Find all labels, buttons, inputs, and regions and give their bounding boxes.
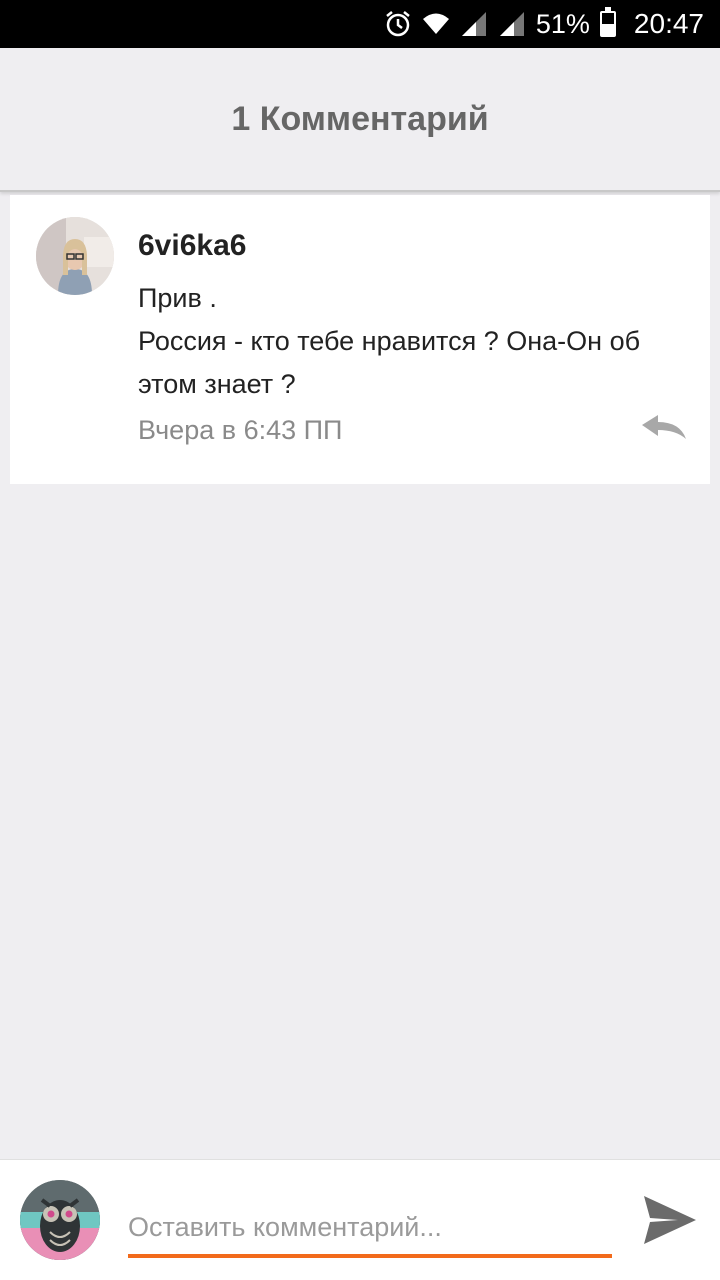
signal-icon-1 [461,12,486,36]
signal-icon-2 [499,12,524,36]
header: 1 Комментарий [0,48,720,192]
comment-composer [0,1159,720,1280]
avatar-photo [36,217,114,295]
comment-text-line: Россия - кто тебе нравится ? Она-Он об э… [138,326,641,399]
avatar[interactable] [36,217,114,295]
wifi-icon [422,13,449,34]
comment-input[interactable] [128,1200,612,1258]
alarm-icon [386,11,410,37]
comment-author[interactable]: 6vi6ka6 [138,229,246,263]
current-user-avatar[interactable] [20,1180,100,1260]
battery-percent: 51% [535,8,590,39]
battery-icon [599,7,616,37]
comment-text: Прив . Россия - кто тебе нравится ? Она-… [138,277,698,406]
status-icons: 51% 20:47 [384,0,704,48]
send-icon[interactable] [640,1192,700,1248]
comment-timestamp: Вчера в 6:43 ПП [138,415,343,445]
page-title: 1 Комментарий [231,99,489,138]
clock: 20:47 [633,8,704,39]
owl-avatar-image [20,1180,100,1260]
comment-card: 6vi6ka6 Прив . Россия - кто тебе нравитс… [10,195,710,484]
status-bar: 51% 20:47 [0,0,720,48]
reply-icon[interactable] [640,413,688,449]
comment-text-line: Прив . [138,283,217,313]
